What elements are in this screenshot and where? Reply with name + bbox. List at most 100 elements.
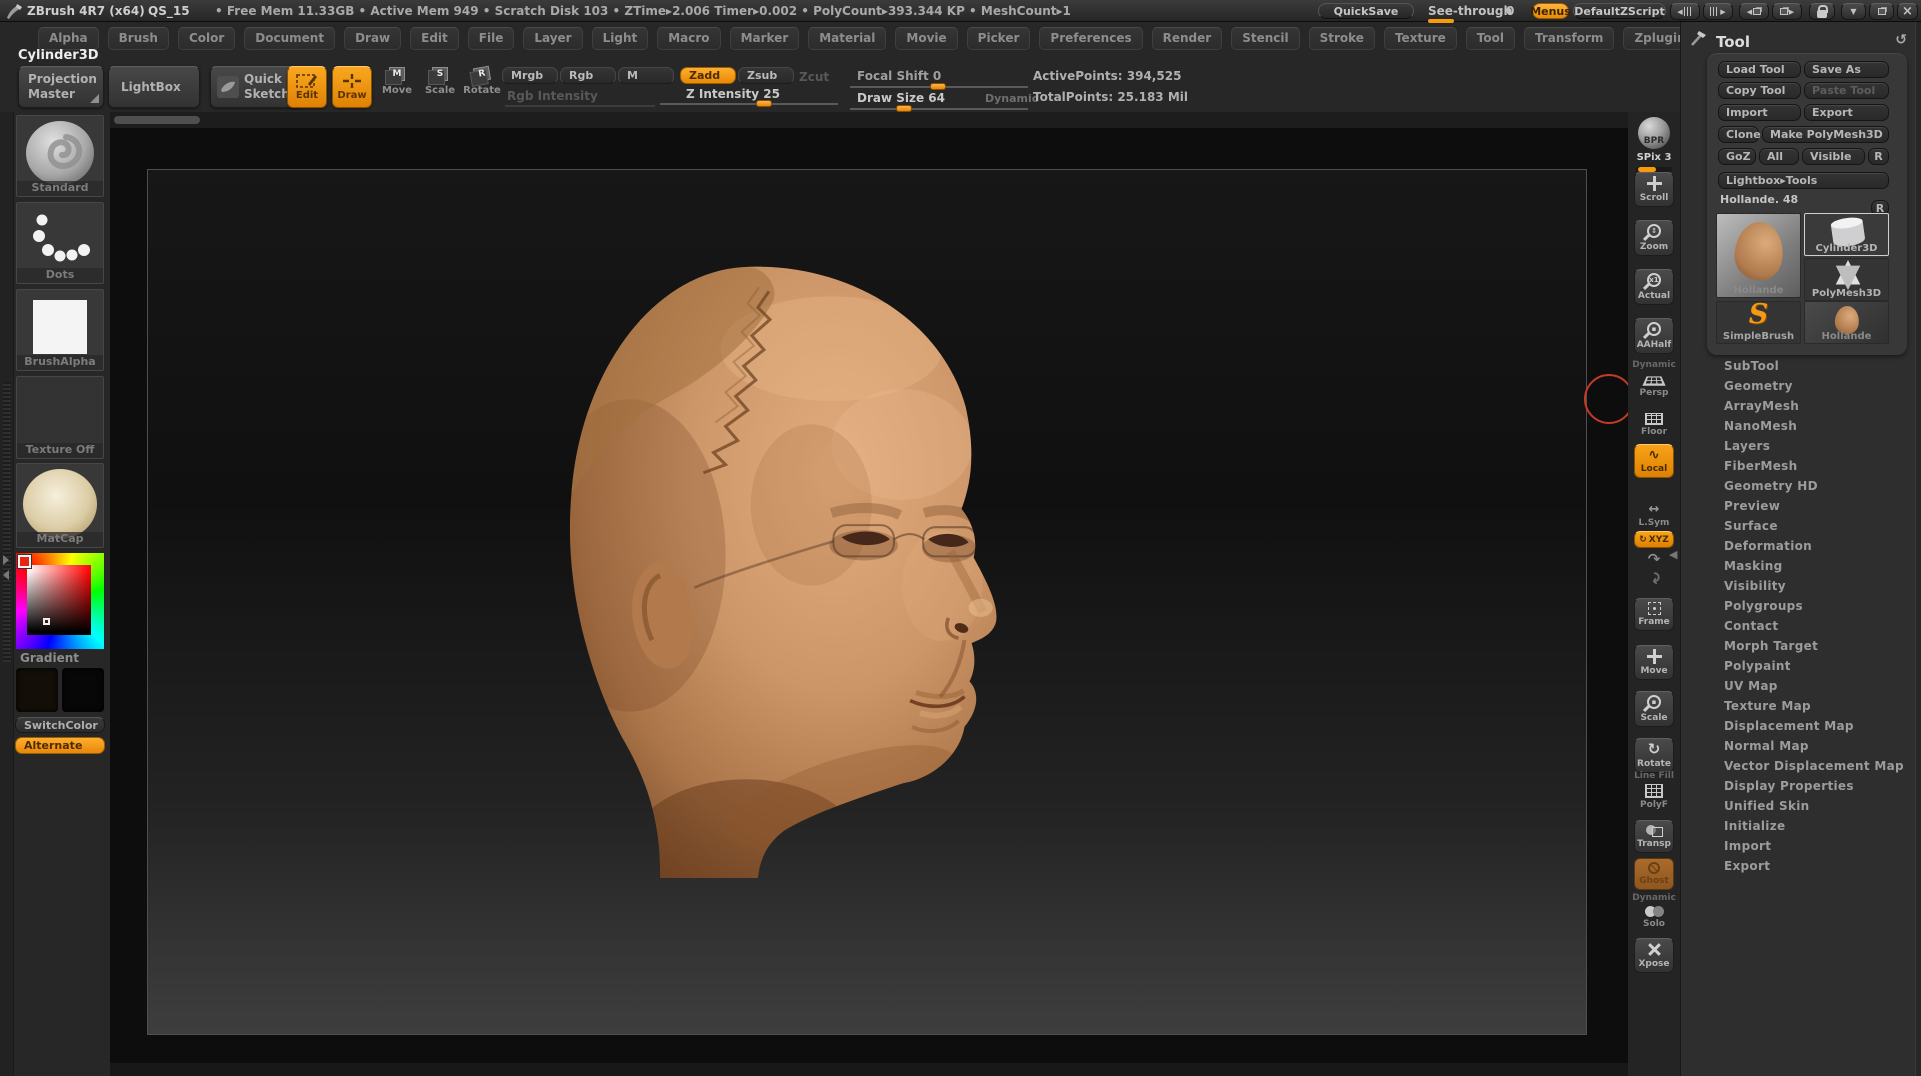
local-button[interactable]: ∿ Local	[1634, 444, 1674, 478]
menu-item[interactable]: Edit	[410, 27, 459, 50]
focal-shift-handle[interactable]	[930, 83, 946, 90]
rgb-intensity-track[interactable]	[505, 105, 655, 107]
make-polymesh3d-button[interactable]: Make PolyMesh3D	[1762, 126, 1889, 143]
subpalette-item[interactable]: Geometry	[1681, 376, 1915, 396]
subpalette-item[interactable]: Geometry HD	[1681, 476, 1915, 496]
color-picker-selector[interactable]	[43, 618, 50, 625]
subpalette-item[interactable]: Vector Displacement Map	[1681, 756, 1915, 776]
subpalette-item[interactable]: UV Map	[1681, 676, 1915, 696]
spin-z-button[interactable]: ↷	[1646, 571, 1663, 586]
menu-item[interactable]: Macro	[657, 27, 720, 50]
current-material-thumb[interactable]: MatCap Skeleton	[16, 463, 104, 548]
dynamic-persp-label[interactable]: Dynamic	[1632, 360, 1676, 370]
divider-left-button[interactable]: ◀	[1670, 3, 1700, 20]
move-mode-button[interactable]: M Move	[377, 67, 417, 96]
goz-visible-button[interactable]: Visible	[1802, 148, 1865, 165]
paste-tool-button[interactable]: Paste Tool	[1804, 82, 1889, 99]
subpalette-item[interactable]: NanoMesh	[1681, 416, 1915, 436]
tool-thumb-polymesh3d[interactable]: PolyMesh3D	[1804, 258, 1889, 301]
mrgb-button[interactable]: Mrgb	[502, 67, 558, 84]
menu-item[interactable]: Material	[808, 27, 886, 50]
menu-item[interactable]: Light	[592, 27, 649, 50]
divider-arrow-left-icon[interactable]	[3, 570, 9, 580]
subpalette-item[interactable]: Contact	[1681, 616, 1915, 636]
minimize-button[interactable]: ▼	[1841, 3, 1866, 20]
menu-item[interactable]: Movie	[895, 27, 957, 50]
subpalette-item[interactable]: SubTool	[1681, 356, 1915, 376]
projection-master-button[interactable]: Projection Master	[18, 66, 104, 108]
subpalette-item[interactable]: Surface	[1681, 516, 1915, 536]
color-picker-sv-field[interactable]	[27, 565, 91, 635]
draw-size-track[interactable]	[850, 108, 1028, 110]
rgb-button[interactable]: Rgb	[560, 67, 616, 84]
zoom-button[interactable]: ↕ Zoom	[1634, 220, 1674, 256]
panel-collapse-arrow[interactable]: ◀	[1669, 548, 1677, 561]
subpalette-item[interactable]: Preview	[1681, 496, 1915, 516]
active-tool-slider[interactable]: Hollande. 48	[1720, 193, 1798, 206]
z-intensity-slider[interactable]: Z Intensity 25	[686, 87, 780, 101]
gradient-label[interactable]: Gradient	[20, 651, 79, 665]
menu-item[interactable]: Render	[1152, 27, 1223, 50]
main-color-swatch[interactable]	[16, 668, 58, 712]
current-alpha-thumb[interactable]: BrushAlpha	[16, 289, 104, 371]
see-through-label[interactable]: See-through	[1428, 4, 1512, 18]
ghost-button[interactable]: Ghost	[1634, 858, 1674, 890]
save-as-button[interactable]: Save As	[1804, 61, 1889, 78]
canvas-scale-button[interactable]: ▪ Scale	[1634, 691, 1674, 727]
import-button[interactable]: Import	[1718, 104, 1801, 121]
canvas-rotate-button[interactable]: ↻ Rotate	[1634, 738, 1674, 773]
draw-size-slider[interactable]: Draw Size 64	[857, 91, 945, 105]
tool-thumb-hollande-large[interactable]: Hollande	[1716, 213, 1801, 298]
subpalette-item[interactable]: Unified Skin	[1681, 796, 1915, 816]
spix-slider-label[interactable]: SPix 3	[1637, 152, 1672, 163]
subpalette-item[interactable]: Initialize	[1681, 816, 1915, 836]
edit-mode-button[interactable]: Edit	[287, 66, 327, 108]
current-texture-thumb[interactable]: Texture Off	[16, 376, 104, 459]
menu-item[interactable]: Transform	[1524, 27, 1614, 50]
quicksave-button[interactable]: QuickSave	[1318, 3, 1414, 19]
canvas-hscrollbar[interactable]	[114, 116, 200, 124]
menu-item[interactable]: Color	[178, 27, 235, 50]
menu-item[interactable]: Marker	[730, 27, 800, 50]
menu-item[interactable]: Brush	[108, 27, 169, 50]
secondary-color-swatch[interactable]	[62, 668, 104, 712]
divider-grip[interactable]	[3, 382, 11, 662]
dynamic-draw-size-toggle[interactable]: Dynamic	[985, 92, 1038, 105]
transp-button[interactable]: Transp	[1634, 820, 1674, 853]
aahalf-button[interactable]: ▪ AAHalf	[1634, 318, 1674, 354]
default-zscript-button[interactable]: DefaultZScript	[1573, 3, 1666, 19]
alternate-button[interactable]: Alternate	[15, 737, 105, 754]
subpalette-item[interactable]: Normal Map	[1681, 736, 1915, 756]
see-through-slider[interactable]	[1428, 19, 1454, 23]
color-picker[interactable]	[16, 553, 104, 649]
tool-thumb-simplebrush[interactable]: S SimpleBrush	[1716, 301, 1801, 344]
menus-toggle-button[interactable]: Menus	[1532, 3, 1569, 19]
lightbox-button[interactable]: LightBox	[108, 66, 200, 108]
load-tool-button[interactable]: Load Tool	[1718, 61, 1801, 78]
bpr-button[interactable]: BPR	[1638, 117, 1670, 149]
next-window-button[interactable]: ▶	[1772, 3, 1802, 20]
goz-button[interactable]: GoZ	[1718, 148, 1756, 165]
z-intensity-track[interactable]	[660, 103, 838, 105]
z-intensity-handle[interactable]	[756, 100, 772, 107]
tool-panel-title[interactable]: Tool	[1716, 33, 1750, 51]
current-stroke-thumb[interactable]: Dots	[16, 202, 104, 284]
goz-all-button[interactable]: All	[1759, 148, 1799, 165]
document-area[interactable]	[147, 169, 1587, 1035]
tool-thumb-hollande-small[interactable]: Hollande	[1804, 301, 1889, 344]
clone-button[interactable]: Clone	[1718, 126, 1759, 143]
tool-thumb-cylinder3d[interactable]: Cylinder3D	[1804, 213, 1889, 256]
menu-item[interactable]: Stroke	[1309, 27, 1375, 50]
canvas-move-button[interactable]: Move	[1634, 645, 1674, 680]
rotate-mode-button[interactable]: R Rotate	[462, 67, 502, 96]
menu-item[interactable]: Preferences	[1039, 27, 1142, 50]
menu-item[interactable]: Alpha	[38, 27, 99, 50]
polyframe-button[interactable]: PolyF	[1634, 781, 1674, 813]
dynamic-solo-label[interactable]: Dynamic	[1632, 893, 1676, 903]
rgb-intensity-slider[interactable]: Rgb Intensity	[507, 89, 598, 103]
close-button[interactable]: ×	[1897, 3, 1918, 20]
zadd-button[interactable]: Zadd	[680, 67, 736, 84]
draw-mode-button[interactable]: Draw	[332, 66, 372, 108]
subpalette-item[interactable]: Visibility	[1681, 576, 1915, 596]
goz-r-button[interactable]: R	[1868, 148, 1889, 165]
